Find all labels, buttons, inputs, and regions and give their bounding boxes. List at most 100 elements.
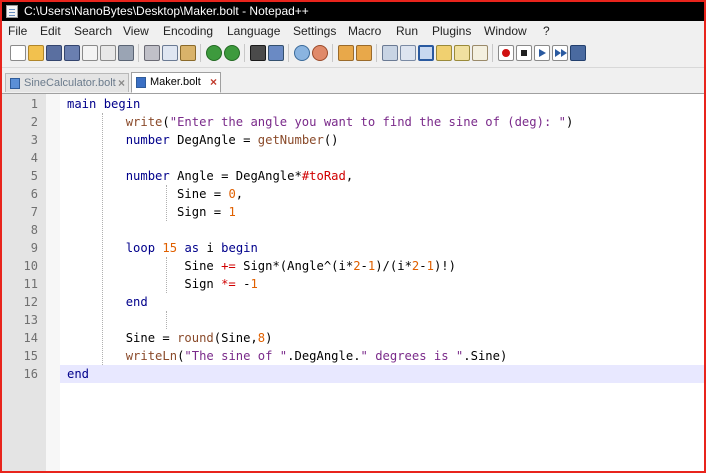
code-editor[interactable]: 1 2 3 4 5 6 7 8 9 10 11 12 13 14 15 16 m… (2, 94, 704, 471)
menu-search[interactable]: Search (74, 24, 112, 38)
zoom-in-icon[interactable] (294, 45, 310, 61)
file-icon (10, 78, 20, 89)
toolbar-separator (492, 44, 493, 62)
record-macro-icon[interactable] (498, 45, 514, 61)
replace-icon[interactable] (268, 45, 284, 61)
line-number: 12 (23, 295, 38, 309)
play-triangle-icon (539, 49, 546, 57)
save-macro-icon[interactable] (570, 45, 586, 61)
menu-edit[interactable]: Edit (40, 24, 61, 38)
play-macro-icon[interactable] (534, 45, 550, 61)
toolbar (2, 41, 704, 68)
show-all-chars-icon[interactable] (400, 45, 416, 61)
menu-plugins[interactable]: Plugins (432, 24, 471, 38)
save-icon[interactable] (46, 45, 62, 61)
code-line[interactable]: Sine = round(Sine,8) (67, 329, 273, 347)
tab-sinecalculator[interactable]: SineCalculator.bolt × (5, 73, 129, 92)
window-title: C:\Users\NanoBytes\Desktop\Maker.bolt - … (24, 4, 309, 18)
close-tab-icon[interactable]: × (118, 76, 125, 90)
new-file-icon[interactable] (10, 45, 26, 61)
line-number: 1 (30, 97, 38, 111)
sync-horizontal-icon[interactable] (356, 45, 372, 61)
print-icon[interactable] (118, 45, 134, 61)
toolbar-separator (244, 44, 245, 62)
toolbar-separator (376, 44, 377, 62)
record-dot-icon (502, 49, 510, 57)
toolbar-separator (138, 44, 139, 62)
code-line[interactable]: number DegAngle = getNumber() (67, 131, 339, 149)
toolbar-separator (332, 44, 333, 62)
line-number: 5 (30, 169, 38, 183)
menu-bar: File Edit Search View Encoding Language … (2, 21, 704, 41)
current-line-highlight (60, 365, 704, 383)
indent-guide (166, 311, 167, 329)
sync-vertical-icon[interactable] (338, 45, 354, 61)
line-number: 9 (30, 241, 38, 255)
fold-margin[interactable] (46, 94, 60, 471)
menu-file[interactable]: File (8, 24, 27, 38)
menu-help[interactable]: ? (543, 24, 550, 38)
menu-language[interactable]: Language (227, 24, 280, 38)
notepad-app-icon[interactable] (6, 5, 18, 18)
line-number: 8 (30, 223, 38, 237)
open-file-icon[interactable] (28, 45, 44, 61)
code-line[interactable]: Sine += Sign*(Angle^(i*2-1)/(i*2-1)!) (67, 257, 456, 275)
tab-maker[interactable]: Maker.bolt × (131, 72, 221, 93)
close-icon[interactable] (82, 45, 98, 61)
function-list-icon[interactable] (472, 45, 488, 61)
paste-icon[interactable] (180, 45, 196, 61)
code-line[interactable]: writeLn("The sine of ".DegAngle." degree… (67, 347, 508, 365)
doc-map-icon[interactable] (454, 45, 470, 61)
indent-guide-icon[interactable] (418, 45, 434, 61)
line-number: 10 (23, 259, 38, 273)
close-all-icon[interactable] (100, 45, 116, 61)
code-line[interactable]: loop 15 as i begin (67, 239, 258, 257)
run-macro-multiple-icon[interactable] (552, 45, 568, 61)
file-icon (136, 77, 146, 88)
line-number: 7 (30, 205, 38, 219)
toolbar-separator (200, 44, 201, 62)
line-number-margin: 1 2 3 4 5 6 7 8 9 10 11 12 13 14 15 16 (2, 94, 47, 471)
stop-square-icon (521, 50, 527, 56)
line-number: 4 (30, 151, 38, 165)
user-language-icon[interactable] (436, 45, 452, 61)
play-triangle-icon (561, 49, 567, 57)
code-line[interactable]: write("Enter the angle you want to find … (67, 113, 574, 131)
line-number: 6 (30, 187, 38, 201)
code-line[interactable]: main begin (67, 95, 140, 113)
code-line[interactable]: Sign *= -1 (67, 275, 257, 293)
toolbar-separator (288, 44, 289, 62)
stop-macro-icon[interactable] (516, 45, 532, 61)
line-number: 15 (23, 349, 38, 363)
save-all-icon[interactable] (64, 45, 80, 61)
menu-macro[interactable]: Macro (348, 24, 381, 38)
menu-view[interactable]: View (123, 24, 149, 38)
line-number: 14 (23, 331, 38, 345)
title-bar: C:\Users\NanoBytes\Desktop\Maker.bolt - … (2, 2, 704, 21)
tab-bar: SineCalculator.bolt × Maker.bolt × (2, 69, 704, 94)
tab-label: SineCalculator.bolt (24, 77, 116, 89)
menu-encoding[interactable]: Encoding (163, 24, 213, 38)
copy-icon[interactable] (162, 45, 178, 61)
line-number: 2 (30, 115, 38, 129)
menu-settings[interactable]: Settings (293, 24, 336, 38)
code-line[interactable]: end (67, 365, 89, 383)
tab-label: Maker.bolt (150, 76, 201, 88)
word-wrap-icon[interactable] (382, 45, 398, 61)
zoom-out-icon[interactable] (312, 45, 328, 61)
line-number: 16 (23, 367, 38, 381)
close-tab-icon[interactable]: × (210, 75, 217, 89)
code-line[interactable]: Sine = 0, (67, 185, 243, 203)
line-number: 11 (23, 277, 38, 291)
code-line[interactable]: number Angle = DegAngle*#toRad, (67, 167, 353, 185)
redo-icon[interactable] (224, 45, 240, 61)
undo-icon[interactable] (206, 45, 222, 61)
find-icon[interactable] (250, 45, 266, 61)
code-line[interactable]: end (67, 293, 148, 311)
cut-icon[interactable] (144, 45, 160, 61)
notepadpp-window: C:\Users\NanoBytes\Desktop\Maker.bolt - … (0, 0, 706, 473)
menu-window[interactable]: Window (484, 24, 527, 38)
code-line[interactable]: Sign = 1 (67, 203, 236, 221)
menu-run[interactable]: Run (396, 24, 418, 38)
line-number: 13 (23, 313, 38, 327)
